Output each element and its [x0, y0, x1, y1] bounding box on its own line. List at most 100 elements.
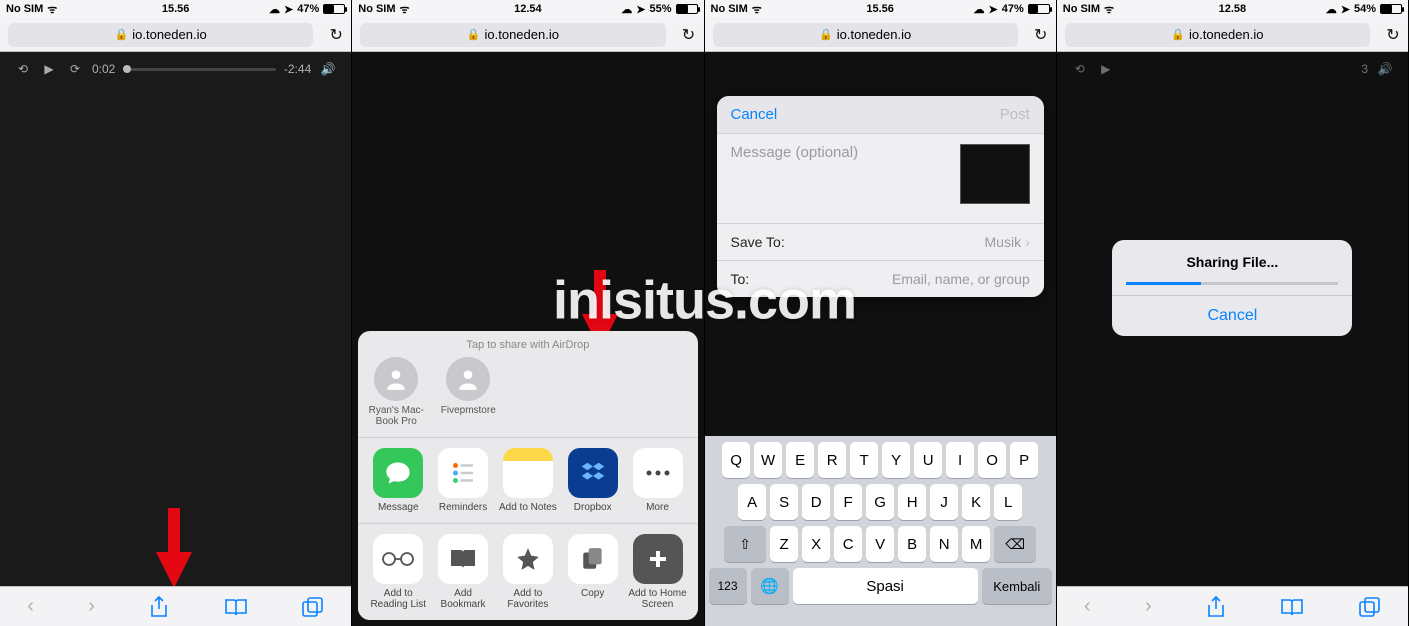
forward-15-icon[interactable]: ⟳	[66, 60, 84, 78]
reload-button[interactable]: ↻	[1378, 25, 1408, 45]
battery-icon	[1028, 4, 1050, 14]
bookmarks-button[interactable]	[224, 597, 248, 617]
avatar-icon	[446, 357, 490, 401]
forward-button[interactable]: ›	[1145, 595, 1152, 618]
wifi-icon: ᯤ	[400, 2, 410, 17]
key-v[interactable]: V	[866, 526, 894, 562]
key-j[interactable]: J	[930, 484, 958, 520]
reload-button[interactable]: ↻	[674, 25, 704, 45]
key-m[interactable]: M	[962, 526, 990, 562]
action-bookmark[interactable]: Add Bookmark	[433, 534, 493, 610]
forward-button[interactable]: ›	[88, 595, 95, 618]
action-copy[interactable]: Copy	[563, 534, 623, 610]
wifi-icon: ᯤ	[1104, 2, 1114, 17]
key-r[interactable]: R	[818, 442, 846, 478]
key-y[interactable]: Y	[882, 442, 910, 478]
action-reading-list[interactable]: Add to Reading List	[368, 534, 428, 610]
url-field[interactable]: 🔒 io.toneden.io	[8, 23, 313, 47]
app-label: Reminders	[439, 502, 487, 513]
action-label: Copy	[581, 588, 604, 599]
dim-backdrop	[1057, 52, 1408, 626]
airdrop-target[interactable]: Fivepmstore	[440, 357, 496, 427]
key-e[interactable]: E	[786, 442, 814, 478]
key-o[interactable]: O	[978, 442, 1006, 478]
key-z[interactable]: Z	[770, 526, 798, 562]
share-app-message[interactable]: Message	[368, 448, 428, 513]
save-to-value: Musik	[985, 234, 1022, 250]
sync-icon: ☁︎	[621, 3, 632, 16]
to-row[interactable]: To: Email, name, or group	[717, 261, 1044, 297]
save-to-row[interactable]: Save To: Musik›	[717, 224, 1044, 261]
dropbox-icon	[568, 448, 618, 498]
key-a[interactable]: A	[738, 484, 766, 520]
carrier-text: No SIM	[711, 3, 748, 15]
compose-post-button[interactable]: Post	[1000, 106, 1030, 123]
share-sheet: Tap to share with AirDrop Ryan's Mac-Boo…	[358, 331, 697, 620]
key-w[interactable]: W	[754, 442, 782, 478]
message-input[interactable]: Message (optional)	[731, 144, 950, 213]
key-h[interactable]: H	[898, 484, 926, 520]
url-bar: 🔒io.toneden.io ↻	[352, 18, 703, 52]
dialog-cancel-button[interactable]: Cancel	[1112, 295, 1352, 336]
key-u[interactable]: U	[914, 442, 942, 478]
action-favorites[interactable]: Add to Favorites	[498, 534, 558, 610]
status-bar: No SIMᯤ 15.56 ☁︎➤47%	[705, 0, 1056, 18]
key-f[interactable]: F	[834, 484, 862, 520]
tabs-button[interactable]	[1359, 597, 1381, 617]
back-button[interactable]: ‹	[27, 595, 34, 618]
url-bar: 🔒io.toneden.io ↻	[1057, 18, 1408, 52]
url-field[interactable]: 🔒io.toneden.io	[713, 23, 1018, 47]
battery-icon	[323, 4, 345, 14]
attachment-thumbnail	[960, 144, 1030, 204]
key-b[interactable]: B	[898, 526, 926, 562]
action-home-screen[interactable]: Add to Home Screen	[628, 534, 688, 610]
share-button[interactable]	[149, 596, 169, 618]
numbers-key[interactable]: 123	[709, 568, 747, 604]
bookmarks-button[interactable]	[1280, 597, 1304, 617]
copy-icon	[568, 534, 618, 584]
location-icon: ➤	[989, 3, 998, 16]
key-d[interactable]: D	[802, 484, 830, 520]
share-app-notes[interactable]: Add to Notes	[498, 448, 558, 513]
ios-keyboard: QWERTYUIOP ASDFGHJKL ⇧ ZXCVBNM ⌫ 123 🌐 S…	[705, 436, 1056, 626]
avatar-icon	[374, 357, 418, 401]
key-i[interactable]: I	[946, 442, 974, 478]
url-field[interactable]: 🔒io.toneden.io	[360, 23, 665, 47]
key-g[interactable]: G	[866, 484, 894, 520]
key-c[interactable]: C	[834, 526, 862, 562]
book-icon	[438, 534, 488, 584]
to-label: To:	[731, 271, 750, 287]
panel-1-safari-player: No SIM ᯤ 15.56 ☁︎ ➤ 47% 🔒 io.toneden.io …	[0, 0, 352, 626]
scrubber-track[interactable]	[123, 68, 276, 71]
share-app-reminders[interactable]: Reminders	[433, 448, 493, 513]
key-p[interactable]: P	[1010, 442, 1038, 478]
key-t[interactable]: T	[850, 442, 878, 478]
space-key[interactable]: Spasi	[793, 568, 978, 604]
tabs-button[interactable]	[302, 597, 324, 617]
compose-cancel-button[interactable]: Cancel	[731, 106, 778, 123]
shift-key[interactable]: ⇧	[724, 526, 766, 562]
share-sheet-wrapper: Tap to share with AirDrop Ryan's Mac-Boo…	[352, 570, 703, 626]
share-app-more[interactable]: More	[628, 448, 688, 513]
rewind-15-icon[interactable]: ⟲	[14, 60, 32, 78]
airdrop-target[interactable]: Ryan's Mac-Book Pro	[368, 357, 424, 427]
key-l[interactable]: L	[994, 484, 1022, 520]
key-s[interactable]: S	[770, 484, 798, 520]
action-label: Add to Favorites	[498, 588, 558, 610]
url-host: io.toneden.io	[1189, 27, 1263, 42]
share-button[interactable]	[1206, 596, 1226, 618]
key-x[interactable]: X	[802, 526, 830, 562]
key-n[interactable]: N	[930, 526, 958, 562]
globe-key[interactable]: 🌐	[751, 568, 789, 604]
key-q[interactable]: Q	[722, 442, 750, 478]
reload-button[interactable]: ↻	[321, 25, 351, 45]
url-field[interactable]: 🔒io.toneden.io	[1065, 23, 1370, 47]
volume-icon[interactable]: 🔊	[319, 60, 337, 78]
back-button[interactable]: ‹	[1084, 595, 1091, 618]
share-app-dropbox[interactable]: Dropbox	[563, 448, 623, 513]
backspace-key[interactable]: ⌫	[994, 526, 1036, 562]
reload-button[interactable]: ↻	[1026, 25, 1056, 45]
return-key[interactable]: Kembali	[982, 568, 1052, 604]
key-k[interactable]: K	[962, 484, 990, 520]
play-icon[interactable]: ▶	[40, 60, 58, 78]
